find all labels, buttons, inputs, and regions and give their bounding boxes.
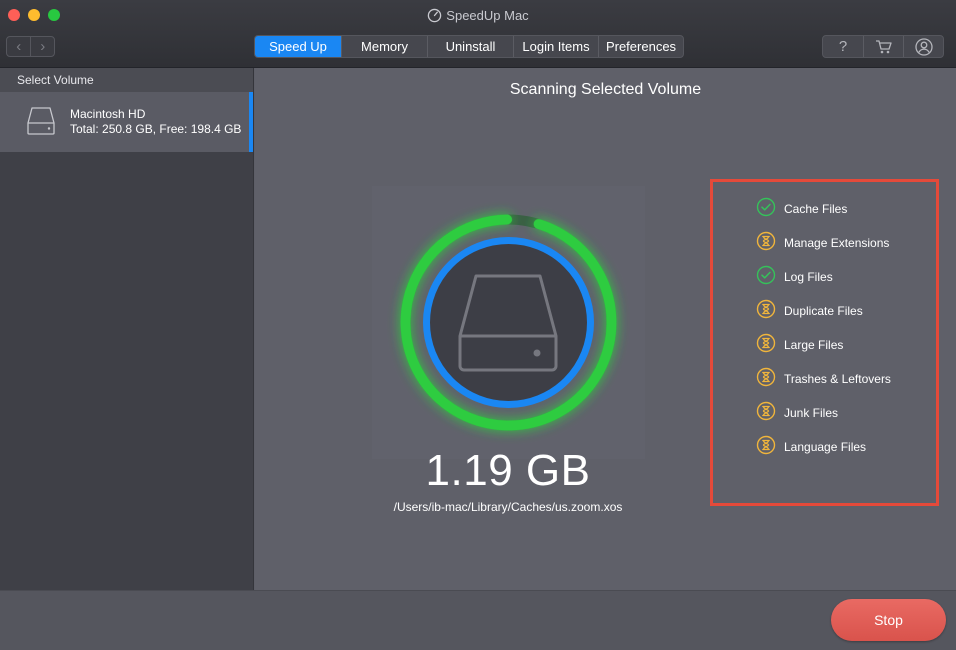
scan-category-label: Log Files xyxy=(784,270,833,284)
scan-progress-gauge xyxy=(372,186,645,459)
scan-category-label: Trashes & Leftovers xyxy=(784,372,891,386)
help-button[interactable]: ? xyxy=(823,36,863,57)
hourglass-icon xyxy=(756,401,776,426)
help-icon: ? xyxy=(838,38,848,55)
cart-button[interactable] xyxy=(863,36,903,57)
hourglass-icon xyxy=(756,333,776,358)
scan-category-item: Manage Extensions xyxy=(756,231,890,256)
scan-category-item: Log Files xyxy=(756,265,833,290)
page-title: Scanning Selected Volume xyxy=(509,81,702,98)
check-circle-icon xyxy=(756,265,776,290)
current-scan-path: /Users/ib-mac/Library/Caches/us.zoom.xos xyxy=(393,500,623,514)
window-title: SpeedUp Mac xyxy=(0,8,956,26)
hourglass-icon xyxy=(756,367,776,392)
sidebar-header: Select Volume xyxy=(0,68,253,92)
forward-button[interactable]: › xyxy=(30,37,54,56)
volume-info: Total: 250.8 GB, Free: 198.4 GB xyxy=(70,122,242,136)
scan-category-item: Large Files xyxy=(756,333,844,358)
scan-category-item: Duplicate Files xyxy=(756,299,863,324)
volume-item-macintosh-hd[interactable]: Macintosh HD Total: 250.8 GB, Free: 198.… xyxy=(0,92,253,152)
scanned-size: 1.19 GB xyxy=(425,446,591,495)
toolbar-right: ? xyxy=(822,35,944,58)
history-navigation: ‹ › xyxy=(6,36,55,57)
scan-category-list: Cache Files Manage Extensions Log Files Dup… xyxy=(710,179,939,506)
hourglass-icon xyxy=(756,231,776,256)
app-window: SpeedUp Mac ‹ › Speed Up Memory Uninstal… xyxy=(0,0,956,650)
scan-category-label: Language Files xyxy=(784,440,867,454)
main-tabs: Speed Up Memory Uninstall Login Items Pr… xyxy=(254,35,684,58)
volume-name: Macintosh HD xyxy=(70,107,146,121)
scan-category-label: Cache Files xyxy=(784,202,848,216)
tab-login-items[interactable]: Login Items xyxy=(513,36,598,57)
tab-memory[interactable]: Memory xyxy=(341,36,427,57)
title-bar: SpeedUp Mac ‹ › Speed Up Memory Uninstal… xyxy=(0,0,956,68)
scan-category-item: Language Files xyxy=(756,435,867,460)
bottom-bar: Stop xyxy=(0,590,956,650)
account-button[interactable] xyxy=(903,36,943,57)
scan-category-item: Cache Files xyxy=(756,197,848,222)
hard-drive-icon xyxy=(27,107,55,135)
cart-icon xyxy=(875,39,892,53)
sidebar: Select Volume Macintosh HD Total: 250.8 … xyxy=(0,68,254,590)
scan-category-item: Junk Files xyxy=(756,401,839,426)
scan-category-label: Junk Files xyxy=(784,406,839,420)
stop-button[interactable]: Stop xyxy=(831,599,946,641)
tab-uninstall[interactable]: Uninstall xyxy=(427,36,513,57)
scan-category-label: Large Files xyxy=(784,338,844,352)
scan-category-item: Trashes & Leftovers xyxy=(756,367,891,392)
window-title-text: SpeedUp Mac xyxy=(446,8,529,23)
inner-ring xyxy=(423,237,594,408)
check-circle-icon xyxy=(756,197,776,222)
hourglass-icon xyxy=(756,435,776,460)
tab-speed-up[interactable]: Speed Up xyxy=(255,36,341,57)
user-icon xyxy=(914,37,933,56)
chevron-left-icon: ‹ xyxy=(16,38,22,55)
main-panel: Scanning Selected Volume 1.19 GB /Users/… xyxy=(255,68,956,590)
speedometer-icon xyxy=(427,8,442,26)
hourglass-icon xyxy=(756,299,776,324)
scan-category-label: Duplicate Files xyxy=(784,304,863,318)
back-button[interactable]: ‹ xyxy=(7,37,30,56)
tab-preferences[interactable]: Preferences xyxy=(598,36,683,57)
scan-category-label: Manage Extensions xyxy=(784,236,890,250)
chevron-right-icon: › xyxy=(40,38,46,55)
